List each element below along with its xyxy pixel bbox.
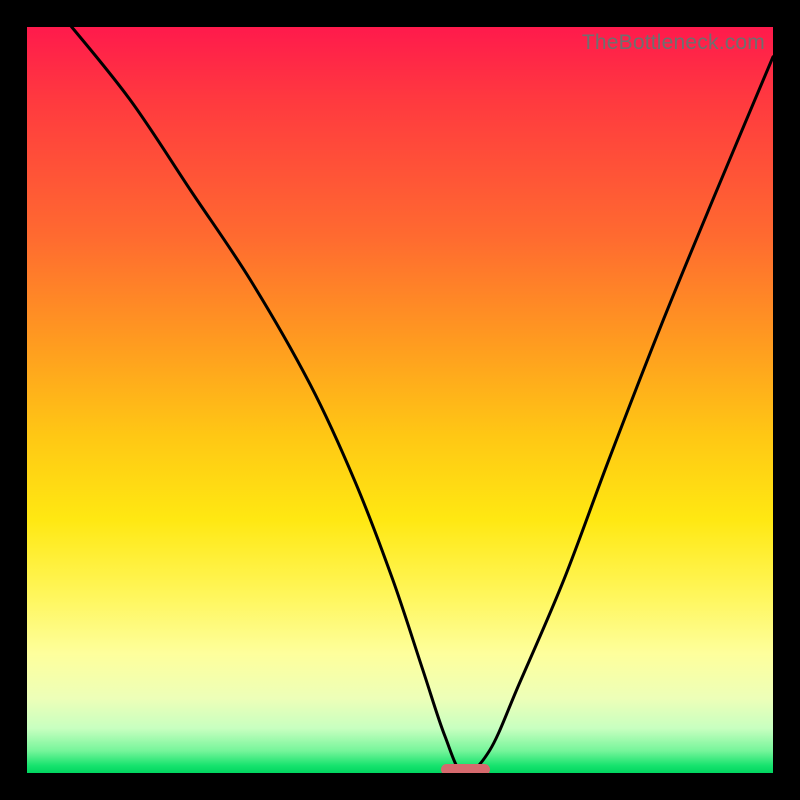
optimal-range-marker [441,764,489,774]
chart-frame: TheBottleneck.com [0,0,800,800]
bottleneck-curve [27,27,773,773]
plot-area: TheBottleneck.com [27,27,773,773]
